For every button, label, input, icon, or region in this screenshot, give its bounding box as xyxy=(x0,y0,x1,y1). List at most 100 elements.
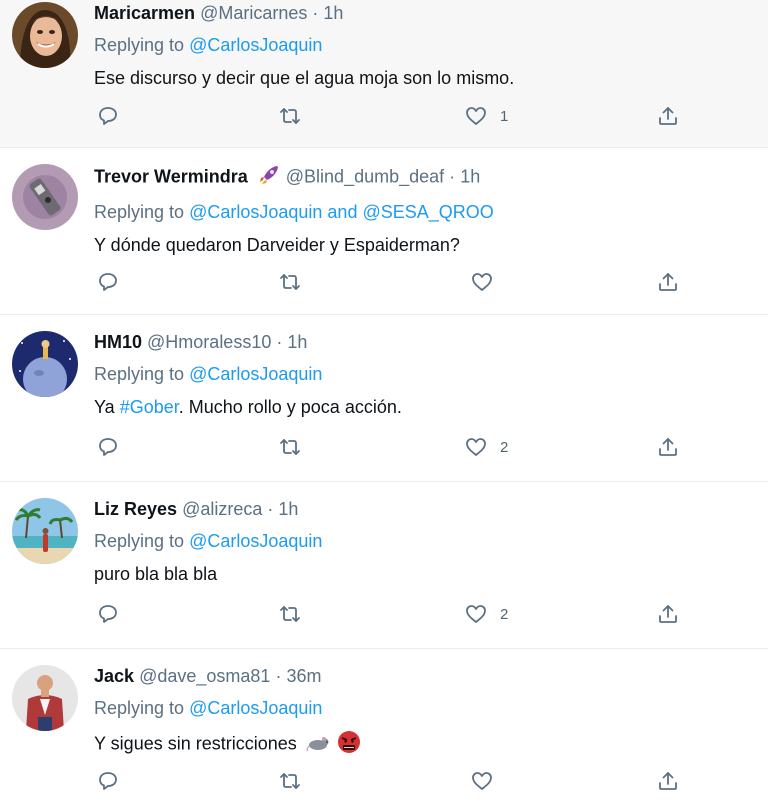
share-button[interactable] xyxy=(656,600,680,628)
replying-to-label: Replying to xyxy=(94,531,185,551)
retweet-icon xyxy=(280,606,300,622)
tweet-text: Y sigues sin restricciones xyxy=(94,730,754,759)
rocket-emoji xyxy=(257,164,281,191)
like-count: 2 xyxy=(500,438,509,456)
replying-to-label: Replying to xyxy=(94,698,185,718)
tweet-actions: 1 xyxy=(94,102,694,130)
replying-to-label: Replying to xyxy=(94,364,185,384)
tweet-actions xyxy=(94,767,694,795)
timestamp[interactable]: 1h xyxy=(323,3,343,23)
tweet-header: HM10 @Hmoraless10 · 1h xyxy=(94,331,754,353)
user-handle[interactable]: @Maricarnes xyxy=(200,3,307,23)
retweet-button[interactable] xyxy=(278,268,302,296)
like-button[interactable]: 2 xyxy=(464,433,508,461)
like-icon xyxy=(466,107,486,125)
like-count: 1 xyxy=(500,107,509,125)
like-button[interactable] xyxy=(470,767,494,795)
tweet[interactable]: HM10 @Hmoraless10 · 1h Replying to @Carl… xyxy=(0,315,768,482)
tweet-header: Liz Reyes @alizreca · 1h xyxy=(94,498,754,520)
replying-to-label: Replying to xyxy=(94,202,185,222)
timestamp[interactable]: 1h xyxy=(287,332,307,352)
avatar[interactable] xyxy=(12,331,78,397)
avatar[interactable] xyxy=(12,2,78,68)
tweet-header: Maricarmen @Maricarnes · 1h xyxy=(94,2,754,24)
tweet[interactable]: Maricarmen @Maricarnes · 1h Replying to … xyxy=(0,0,768,148)
replying-to-label: Replying to xyxy=(94,35,185,55)
display-name[interactable]: Liz Reyes xyxy=(94,499,177,519)
avatar[interactable] xyxy=(12,665,78,731)
display-name[interactable]: Trevor Wermindra xyxy=(94,166,248,186)
retweet-icon xyxy=(280,439,300,455)
retweet-button[interactable] xyxy=(278,767,302,795)
display-name[interactable]: Jack xyxy=(94,666,134,686)
share-button[interactable] xyxy=(656,268,680,296)
reply-button[interactable] xyxy=(96,268,120,296)
retweet-button[interactable] xyxy=(278,600,302,628)
tweet-text: Ya #Gober. Mucho rollo y poca acción. xyxy=(94,396,754,418)
user-handle[interactable]: @dave_osma81 xyxy=(139,666,270,686)
retweet-icon xyxy=(280,108,300,124)
like-button[interactable] xyxy=(470,268,494,296)
replying-to: Replying to @CarlosJoaquin xyxy=(94,530,754,552)
share-icon xyxy=(659,273,677,291)
user-handle[interactable]: @alizreca xyxy=(182,499,262,519)
like-icon xyxy=(472,273,492,291)
retweet-icon xyxy=(280,274,300,290)
reply-icon xyxy=(99,107,117,125)
mention-link[interactable]: @CarlosJoaquin xyxy=(189,531,322,551)
like-icon xyxy=(466,605,486,623)
mention-link[interactable]: @CarlosJoaquin xyxy=(189,364,322,384)
tweet[interactable]: Jack @dave_osma81 · 36m Replying to @Car… xyxy=(0,649,768,810)
like-count: 2 xyxy=(500,605,509,623)
reply-icon xyxy=(99,273,117,291)
like-button[interactable]: 2 xyxy=(464,600,508,628)
tweet-text-suffix: . Mucho rollo y poca acción. xyxy=(178,397,402,417)
user-handle[interactable]: @Blind_dumb_deaf xyxy=(286,166,444,186)
tweet[interactable]: Liz Reyes @alizreca · 1h Replying to @Ca… xyxy=(0,482,768,649)
mention-link[interactable]: @CarlosJoaquin and @SESA_QROO xyxy=(189,202,494,222)
replying-to: Replying to @CarlosJoaquin xyxy=(94,697,754,719)
share-icon xyxy=(659,772,677,790)
like-icon xyxy=(466,438,486,456)
angry-face-emoji xyxy=(337,730,361,759)
reply-button[interactable] xyxy=(96,433,120,461)
tweet-text-prefix: Ya xyxy=(94,397,120,417)
retweet-button[interactable] xyxy=(278,433,302,461)
display-name[interactable]: HM10 xyxy=(94,332,142,352)
avatar[interactable] xyxy=(12,498,78,564)
share-icon xyxy=(659,605,677,623)
tweet-text-body: Y sigues sin restricciones xyxy=(94,733,297,754)
mention-link[interactable]: @CarlosJoaquin xyxy=(189,698,322,718)
timestamp[interactable]: 1h xyxy=(460,166,480,186)
like-button[interactable]: 1 xyxy=(464,102,508,130)
share-icon xyxy=(659,438,677,456)
share-button[interactable] xyxy=(656,102,680,130)
tweet-header: Trevor Wermindra @Blind_dumb_deaf · 1h xyxy=(94,164,754,191)
tweet-actions xyxy=(94,268,694,296)
reply-button[interactable] xyxy=(96,767,120,795)
timestamp[interactable]: 1h xyxy=(278,499,298,519)
tweet[interactable]: Trevor Wermindra @Blind_dumb_deaf · 1h R… xyxy=(0,148,768,315)
tweet-text: Y dónde quedaron Darveider y Espaiderman… xyxy=(94,235,460,255)
rat-emoji xyxy=(306,732,332,757)
retweet-button[interactable] xyxy=(278,102,302,130)
avatar[interactable] xyxy=(12,164,78,230)
separator-dot: · xyxy=(275,666,282,686)
timestamp[interactable]: 36m xyxy=(286,666,321,686)
reply-icon xyxy=(99,605,117,623)
tweet-header: Jack @dave_osma81 · 36m xyxy=(94,665,754,687)
tweet-text: Ese discurso y decir que el agua moja so… xyxy=(94,68,515,88)
hashtag-link[interactable]: #Gober xyxy=(120,397,179,417)
share-button[interactable] xyxy=(656,433,680,461)
display-name[interactable]: Maricarmen xyxy=(94,3,195,23)
mention-link[interactable]: @CarlosJoaquin xyxy=(189,35,322,55)
tweet-actions: 2 xyxy=(94,433,694,461)
user-handle[interactable]: @Hmoraless10 xyxy=(147,332,271,352)
reply-button[interactable] xyxy=(96,102,120,130)
share-button[interactable] xyxy=(656,767,680,795)
reply-button[interactable] xyxy=(96,600,120,628)
separator-dot: · xyxy=(267,499,274,519)
replying-to: Replying to @CarlosJoaquin xyxy=(94,363,754,385)
share-icon xyxy=(659,107,677,125)
tweet-actions: 2 xyxy=(94,600,694,628)
